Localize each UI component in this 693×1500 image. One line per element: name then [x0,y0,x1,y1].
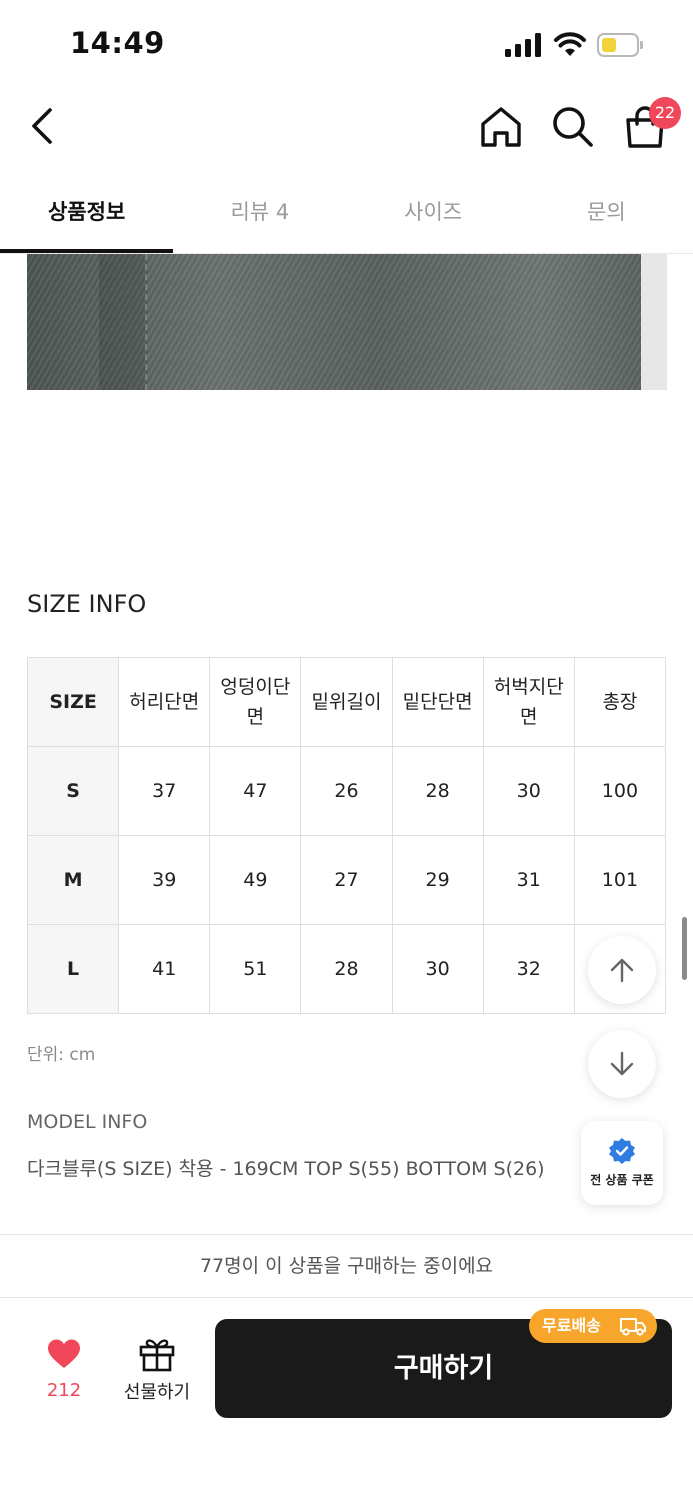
table-cell: 29 [391,835,484,925]
table-cell: 37 [118,746,211,836]
table-cell: 49 [209,835,302,925]
table-header-cell: 총장 [573,657,667,747]
like-button[interactable]: 212 [30,1338,98,1408]
heart-icon [48,1339,80,1368]
status-bar: 14:49 [0,0,693,90]
table-cell: 30 [482,746,575,836]
table-cell: 32 [482,924,575,1014]
gift-icon [139,1339,175,1372]
scrollbar-thumb[interactable] [682,917,687,980]
product-image [27,254,667,390]
tab-inquiry[interactable]: 문의 [520,180,693,253]
back-icon[interactable] [24,104,64,148]
table-cell: 31 [482,835,575,925]
battery-icon [597,33,643,57]
delivery-truck-icon [620,1318,646,1336]
table-cell: L [26,924,120,1014]
gift-button[interactable]: 선물하기 [112,1336,202,1408]
table-cell: 51 [209,924,302,1014]
cart-count-badge: 22 [649,97,681,129]
table-cell: M [26,835,120,925]
table-cell: 26 [300,746,393,836]
purchase-notice: 77명이 이 상품을 구매하는 중이에요 [0,1234,693,1298]
search-icon[interactable] [550,104,594,148]
cellular-signal-icon [505,33,543,57]
size-table: SIZE 허리단면 엉덩이단면 밑위길이 밑단단면 허벅지단면 총장 S 37 … [26,657,667,1014]
table-cell: 41 [118,924,211,1014]
scroll-to-bottom-button[interactable] [588,1030,656,1098]
table-header-cell: 허벅지단면 [482,657,575,747]
model-info-title: MODEL INFO [27,1111,148,1133]
table-cell: 47 [209,746,302,836]
table-header-cell: 엉덩이단면 [209,657,302,747]
table-cell: 28 [391,746,484,836]
table-cell: 28 [300,924,393,1014]
unit-text: 단위: cm [27,1045,96,1065]
home-icon[interactable] [478,104,524,150]
tab-product-info[interactable]: 상품정보 [0,180,174,253]
product-tabs: 상품정보 리뷰 4 사이즈 문의 [0,180,693,254]
table-cell: 27 [300,835,393,925]
all-products-coupon-button[interactable]: 전 상품 쿠폰 [581,1121,663,1205]
tab-size[interactable]: 사이즈 [347,180,520,253]
table-header-cell: 밑단단면 [391,657,484,747]
tab-reviews[interactable]: 리뷰 4 [173,180,346,253]
table-row: M 39 49 27 29 31 101 [26,835,667,925]
table-header-cell: 밑위길이 [300,657,393,747]
free-shipping-label: 무료배송 [542,1316,601,1335]
like-count: 212 [46,1380,82,1401]
arrow-down-icon [610,1051,634,1076]
table-cell: 39 [118,835,211,925]
status-time: 14:49 [70,26,165,60]
gift-label: 선물하기 [123,1382,191,1403]
table-cell: 101 [573,835,667,925]
table-row: S 37 47 26 28 30 100 [26,746,667,836]
free-shipping-badge: 무료배송 [529,1309,657,1343]
table-cell: 100 [573,746,667,836]
size-info-title: SIZE INFO [27,590,147,618]
table-cell: S [26,746,120,836]
arrow-up-icon [610,958,634,983]
coupon-label: 전 상품 쿠폰 [590,1173,654,1187]
model-info-text: 다크블루(S SIZE) 착용 - 169CM TOP S(55) BOTTOM… [27,1158,545,1180]
verified-badge-icon [609,1138,635,1164]
scroll-to-top-button[interactable] [588,936,656,1004]
table-header-row: SIZE 허리단면 엉덩이단면 밑위길이 밑단단면 허벅지단면 총장 [26,657,667,747]
table-cell: 30 [391,924,484,1014]
table-header-cell: SIZE [26,657,120,747]
table-row: L 41 51 28 30 32 [26,924,667,1014]
wifi-icon [554,32,586,56]
table-header-cell: 허리단면 [118,657,211,747]
top-navigation [0,90,693,165]
